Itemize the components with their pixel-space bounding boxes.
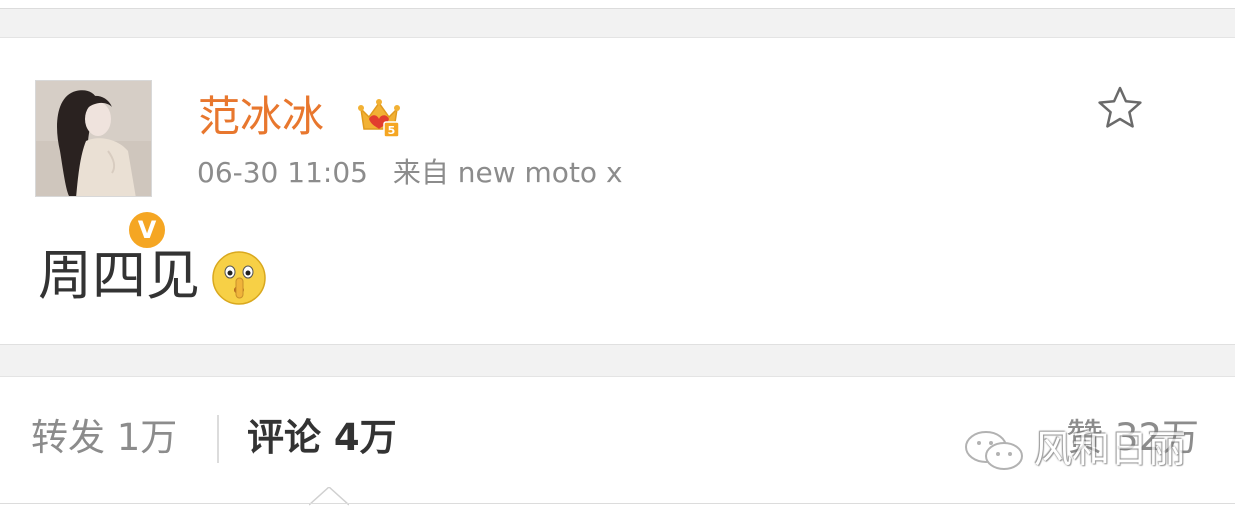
repost-tab[interactable]: 转发 1万 <box>31 415 177 461</box>
watermark: 风和日丽 <box>962 418 1212 478</box>
bottom-divider <box>0 503 1235 504</box>
post-timestamp: 06-30 11:05 <box>197 156 368 189</box>
avatar[interactable] <box>35 80 152 197</box>
post-card: V 范冰冰 5 06-30 11:05 来自 new moto x 周四见 <box>0 37 1235 345</box>
tab-divider <box>217 415 219 463</box>
post-source: 来自 new moto x <box>392 156 623 189</box>
svg-text:5: 5 <box>388 124 396 137</box>
top-strip <box>0 0 1235 9</box>
post-text: 周四见 <box>38 244 200 307</box>
avatar-image <box>36 81 151 196</box>
post-meta: 06-30 11:05 来自 new moto x <box>197 154 623 192</box>
wechat-icon <box>965 431 1023 470</box>
watermark-text: 风和日丽 <box>1034 427 1187 471</box>
star-icon[interactable] <box>1095 83 1145 133</box>
active-tab-pointer <box>309 487 349 506</box>
shush-emoji-icon <box>212 251 266 305</box>
crown-icon[interactable]: 5 <box>357 95 401 139</box>
username[interactable]: 范冰冰 <box>198 92 324 142</box>
comment-tab[interactable]: 评论 4万 <box>247 415 397 461</box>
